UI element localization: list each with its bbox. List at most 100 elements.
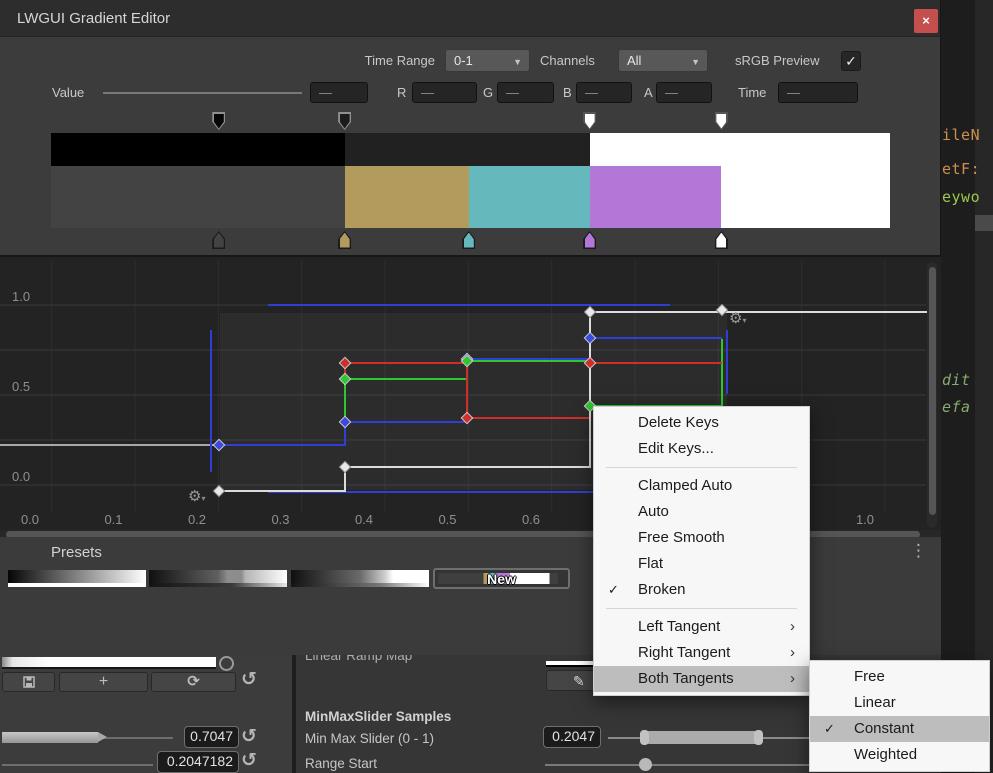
b-label: B <box>563 85 572 100</box>
slider2-value-field[interactable]: 0.2047182 <box>157 751 239 773</box>
menu-item-broken[interactable]: ✓Broken <box>594 577 809 603</box>
submenu-item-linear[interactable]: Linear <box>810 690 989 716</box>
menu-item-right-tangent[interactable]: Right Tangent › <box>594 640 809 666</box>
range-start-label: Range Start <box>305 756 377 771</box>
alpha-key-marker[interactable] <box>583 112 596 130</box>
r-field[interactable]: — <box>412 82 477 103</box>
x-axis-label: 0.2 <box>188 512 206 527</box>
gear-icon[interactable]: ⚙▾ <box>729 309 746 327</box>
marker-fill <box>716 233 726 248</box>
curve-vertical-scrollbar[interactable] <box>927 262 937 528</box>
menu-item-label: Free <box>854 668 885 685</box>
slider1-thumb[interactable] <box>98 732 107 742</box>
x-axis-label: 0.5 <box>438 512 456 527</box>
undo-icon[interactable]: ↺ <box>241 668 257 691</box>
channels-dropdown[interactable]: All ▼ <box>618 49 708 72</box>
menu-item-label: Auto <box>638 503 669 520</box>
minmax-slider-range[interactable] <box>643 731 762 744</box>
alpha-key-marker[interactable] <box>212 112 225 130</box>
gear-icon[interactable]: ⚙▾ <box>188 487 205 505</box>
color-key-marker[interactable] <box>338 231 351 249</box>
value-field[interactable]: — <box>310 82 368 103</box>
menu-item-label: Delete Keys <box>638 414 719 431</box>
slider2-track[interactable] <box>2 764 153 766</box>
submenu-item-free[interactable]: Free <box>810 664 989 690</box>
menu-item-label: Right Tangent <box>638 644 730 661</box>
gradient-segment <box>590 166 722 228</box>
preset-alpha-strip <box>8 583 146 587</box>
g-field[interactable]: — <box>497 82 554 103</box>
marker-fill <box>340 114 350 129</box>
color-key-marker[interactable] <box>462 231 475 249</box>
submenu-arrow-icon: › <box>790 666 795 692</box>
menu-item-label: Weighted <box>854 746 917 763</box>
srgb-preview-checkbox[interactable]: ✓ <box>841 51 861 71</box>
floppy-disk-icon <box>23 676 35 688</box>
new-preset-button[interactable]: New <box>433 568 570 589</box>
marker-fill <box>214 233 224 248</box>
color-key-marker[interactable] <box>715 231 728 249</box>
menu-item-label: Left Tangent <box>638 618 720 635</box>
minmax-handle-right[interactable] <box>754 730 763 745</box>
menu-item-both-tangents[interactable]: Both Tangents› <box>594 666 809 692</box>
range-start-thumb[interactable] <box>639 758 652 771</box>
menu-item-edit-keys[interactable]: Edit Keys... <box>594 436 809 462</box>
preset-swatch[interactable] <box>8 570 146 587</box>
b-field[interactable]: — <box>576 82 632 103</box>
x-axis-label: 0.4 <box>355 512 373 527</box>
minmax-handle-left[interactable] <box>640 730 649 745</box>
menu-item-clamped-auto[interactable]: Clamped Auto <box>594 473 809 499</box>
menu-item-free-smooth[interactable]: Free Smooth <box>594 525 809 551</box>
time-range-label: Time Range <box>350 53 435 68</box>
menu-item-label: Flat <box>638 555 663 572</box>
value-slider[interactable] <box>103 92 302 94</box>
time-range-dropdown[interactable]: 0-1 ▼ <box>445 49 530 72</box>
time-field[interactable]: — <box>778 82 858 103</box>
undo-icon[interactable]: ↺ <box>241 749 257 772</box>
refresh-button[interactable]: ⟳ <box>151 672 236 692</box>
preset-alpha-strip <box>149 583 287 587</box>
menu-item-delete-keys[interactable]: Delete Keys <box>594 410 809 436</box>
code-editor-scroll-thumb[interactable] <box>975 215 993 231</box>
circle-icon[interactable] <box>219 656 234 671</box>
submenu-item-constant[interactable]: ✓Constant <box>810 716 989 742</box>
window-titlebar[interactable]: LWGUI Gradient Editor × <box>0 0 940 37</box>
kebab-menu-icon[interactable]: ⋮ <box>910 541 927 561</box>
menu-item-flat[interactable]: Flat <box>594 551 809 577</box>
slider1-fill[interactable] <box>2 732 98 743</box>
menu-item-label: Free Smooth <box>638 529 725 546</box>
add-key-button[interactable]: + <box>59 672 148 692</box>
code-line: eywo <box>942 188 980 206</box>
gradient-alpha-strip[interactable] <box>51 133 890 166</box>
gradient-segment <box>345 133 590 166</box>
menu-item-left-tangent[interactable]: Left Tangent› <box>594 614 809 640</box>
preset-swatch[interactable] <box>291 570 429 587</box>
gradient-segment <box>590 133 890 166</box>
menu-item-label: Broken <box>638 581 686 598</box>
submenu-arrow-icon: › <box>790 640 795 666</box>
code-line: dit <box>942 371 971 389</box>
screen: ileNetF:eywoditefa LWGUI Gradient Editor… <box>0 0 993 773</box>
ramp-preview-strip[interactable] <box>2 657 216 669</box>
gradient-segment <box>469 166 590 228</box>
undo-icon[interactable]: ↺ <box>241 725 257 748</box>
context-menu: Delete Keys Edit Keys... Clamped Auto Auto F… <box>593 406 810 696</box>
submenu-item-weighted[interactable]: Weighted <box>810 742 989 768</box>
color-key-marker[interactable] <box>212 231 225 249</box>
alpha-key-marker[interactable] <box>715 112 728 130</box>
alpha-key-marker[interactable] <box>338 112 351 130</box>
preset-swatch[interactable] <box>149 570 287 587</box>
close-button[interactable]: × <box>914 9 938 33</box>
window-title: LWGUI Gradient Editor <box>17 10 170 27</box>
slider1-value-field[interactable]: 0.7047 <box>184 726 239 748</box>
menu-item-auto[interactable]: Auto <box>594 499 809 525</box>
a-field[interactable]: — <box>656 82 712 103</box>
gradient-color-strip[interactable] <box>51 166 890 228</box>
color-key-marker[interactable] <box>583 231 596 249</box>
a-label: A <box>644 85 653 100</box>
code-editor-strip: ileNetF:eywoditefa <box>941 0 993 773</box>
vscroll-thumb[interactable] <box>929 267 936 515</box>
gradient-segment <box>345 166 469 228</box>
save-ramp-button[interactable] <box>2 672 55 692</box>
minmax-value-field[interactable]: 0.2047 <box>543 726 601 748</box>
